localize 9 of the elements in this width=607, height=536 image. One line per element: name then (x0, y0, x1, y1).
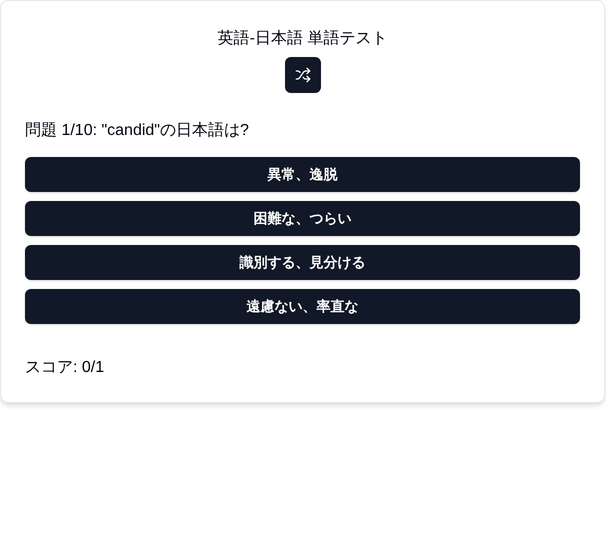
answer-button[interactable]: 異常、逸脱 (25, 157, 580, 192)
answer-button[interactable]: 識別する、見分ける (25, 245, 580, 280)
answer-button[interactable]: 困難な、つらい (25, 201, 580, 236)
shuffle-icon (294, 67, 310, 83)
score-text: スコア: 0/1 (25, 358, 106, 378)
quiz-title: 英語-日本語 単語テスト (216, 28, 388, 49)
shuffle-button[interactable] (284, 57, 320, 93)
answer-button[interactable]: 遠慮ない、率直な (25, 289, 580, 324)
question-text: 問題 1/10: "candid"の日本語は? (25, 120, 250, 141)
